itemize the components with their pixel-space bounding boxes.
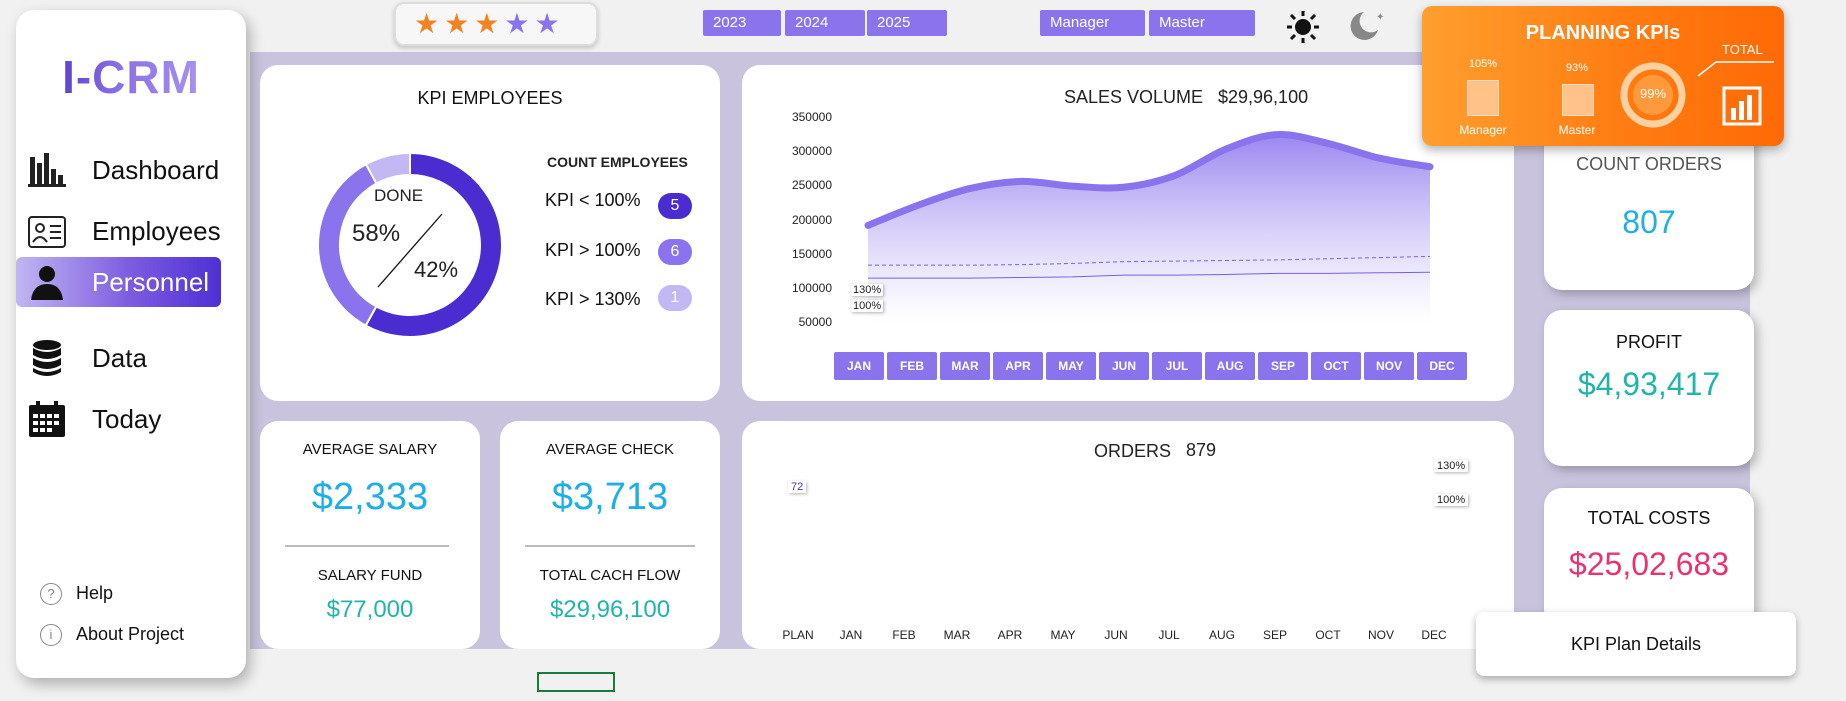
profit-card: PROFIT $4,93,417: [1544, 310, 1754, 466]
total-pct: 99%: [1639, 86, 1667, 101]
total-pointer-line: [1697, 61, 1774, 77]
x-tick-label: JAN: [839, 628, 863, 642]
month-button-oct[interactable]: OCT: [1311, 352, 1361, 380]
manager-kpi-bar: [1467, 80, 1499, 116]
x-tick-label: SEP: [1262, 628, 1287, 642]
x-tick-label: FEB: [892, 628, 916, 642]
average-check-card: AVERAGE CHECK $3,713 TOTAL CACH FLOW $29…: [500, 421, 720, 649]
average-salary-value: $2,333: [311, 476, 429, 518]
total-costs-card: TOTAL COSTS $25,02,683: [1544, 488, 1754, 628]
x-tick-label: MAR: [943, 628, 971, 642]
x-tick-label: DEC: [1421, 628, 1447, 642]
y-tick-label: 250000: [791, 178, 832, 192]
month-button-may[interactable]: MAY: [1046, 352, 1096, 380]
orders-title: ORDERS: [1094, 441, 1172, 461]
month-button-apr[interactable]: APR: [993, 352, 1043, 380]
month-button-jun[interactable]: JUN: [1099, 352, 1149, 380]
month-button-sep[interactable]: SEP: [1258, 352, 1308, 380]
x-tick-label: APR: [997, 628, 1023, 642]
planning-kpis-panel[interactable]: PLANNING KPIs 105% Manager 93% Master 99…: [1422, 6, 1784, 146]
total-cash-flow-title: TOTAL CACH FLOW: [539, 567, 681, 584]
average-check-title: AVERAGE CHECK: [545, 441, 675, 458]
x-tick-label: PLAN: [782, 628, 814, 642]
profit-value: $4,93,417: [1577, 366, 1721, 402]
count-orders-title: COUNT ORDERS: [1576, 154, 1722, 174]
manager-label: Manager: [1459, 123, 1507, 137]
month-button-feb[interactable]: FEB: [887, 352, 937, 380]
count-orders-value: 807: [1622, 204, 1676, 240]
orders-ref-130: 130%: [1434, 460, 1469, 472]
x-tick-label: MAY: [1050, 628, 1076, 642]
x-tick-label: JUN: [1104, 628, 1128, 642]
month-button-jan[interactable]: JAN: [834, 352, 884, 380]
profit-title: PROFIT: [1616, 332, 1682, 352]
orders-ref-100: 100%: [1434, 494, 1469, 506]
orders-plan-label: 72: [788, 481, 807, 493]
x-tick-label: OCT: [1315, 628, 1341, 642]
sales-ref-100: 100%: [851, 300, 884, 312]
divider: [285, 545, 449, 547]
average-salary-title: AVERAGE SALARY: [302, 441, 438, 458]
divider: [525, 545, 695, 547]
salary-fund-value: $77,000: [326, 596, 414, 623]
master-pct: 93%: [1565, 62, 1589, 74]
x-tick-label: JUL: [1158, 628, 1180, 642]
sales-ref-130: 130%: [851, 284, 884, 296]
sales-area: [868, 134, 1430, 322]
salary-fund-title: SALARY FUND: [317, 567, 423, 584]
average-check-value: $3,713: [551, 476, 669, 518]
total-cash-flow-value: $29,96,100: [549, 596, 671, 623]
master-kpi-bar: [1562, 84, 1594, 116]
y-tick-label: 300000: [791, 144, 832, 158]
month-button-mar[interactable]: MAR: [940, 352, 990, 380]
orders-value: 879: [1186, 440, 1217, 460]
month-button-aug[interactable]: AUG: [1205, 352, 1255, 380]
kpi-plan-details-button[interactable]: KPI Plan Details: [1476, 612, 1796, 676]
chart-icon: [1722, 86, 1762, 126]
y-tick-label: 50000: [798, 315, 832, 329]
month-button-nov[interactable]: NOV: [1364, 352, 1414, 380]
x-tick-label: NOV: [1367, 628, 1394, 642]
month-button-dec[interactable]: DEC: [1417, 352, 1467, 380]
month-button-jul[interactable]: JUL: [1152, 352, 1202, 380]
total-label: TOTAL: [1722, 42, 1763, 57]
y-tick-label: 150000: [791, 247, 832, 261]
x-tick-label: AUG: [1208, 628, 1235, 642]
y-tick-label: 350000: [791, 110, 832, 124]
total-costs-title: TOTAL COSTS: [1587, 508, 1711, 528]
average-salary-card: AVERAGE SALARY $2,333 SALARY FUND $77,00…: [260, 421, 480, 649]
y-tick-label: 100000: [791, 281, 832, 295]
selected-cell[interactable]: [537, 672, 615, 692]
master-label: Master: [1558, 123, 1596, 137]
total-costs-value: $25,02,683: [1568, 546, 1730, 582]
manager-pct: 105%: [1468, 58, 1498, 70]
y-tick-label: 200000: [791, 213, 832, 227]
